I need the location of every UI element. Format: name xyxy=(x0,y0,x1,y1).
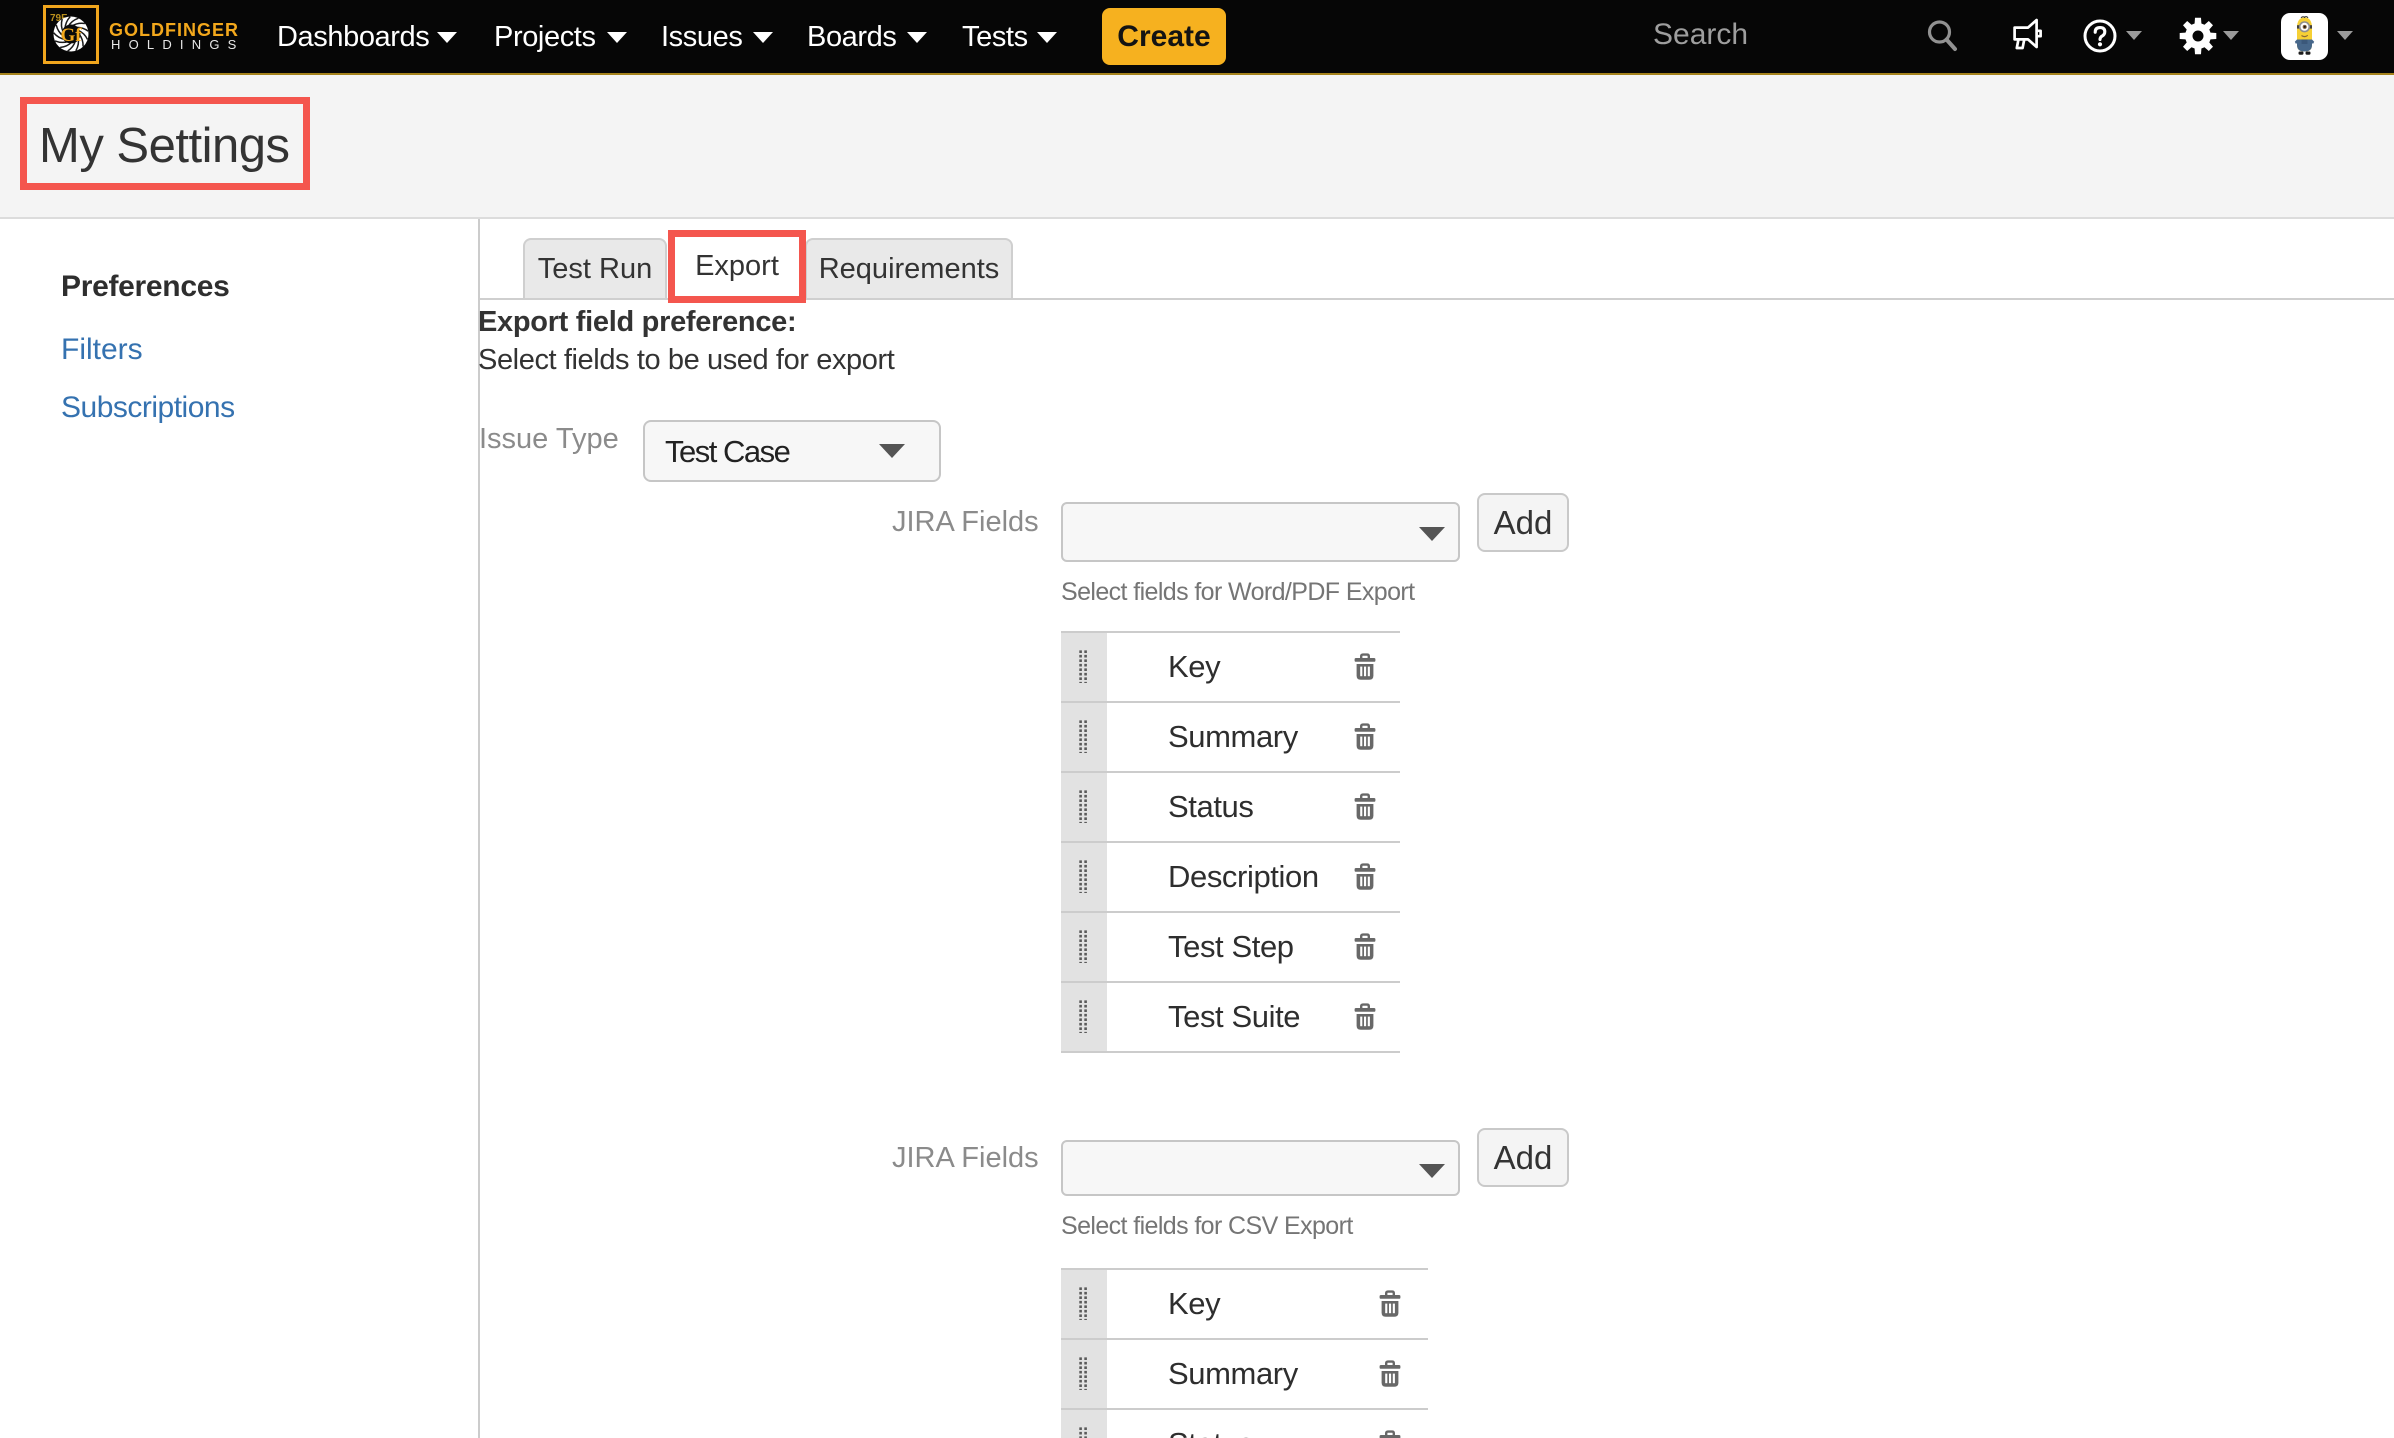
svg-text:Gf: Gf xyxy=(60,25,82,46)
